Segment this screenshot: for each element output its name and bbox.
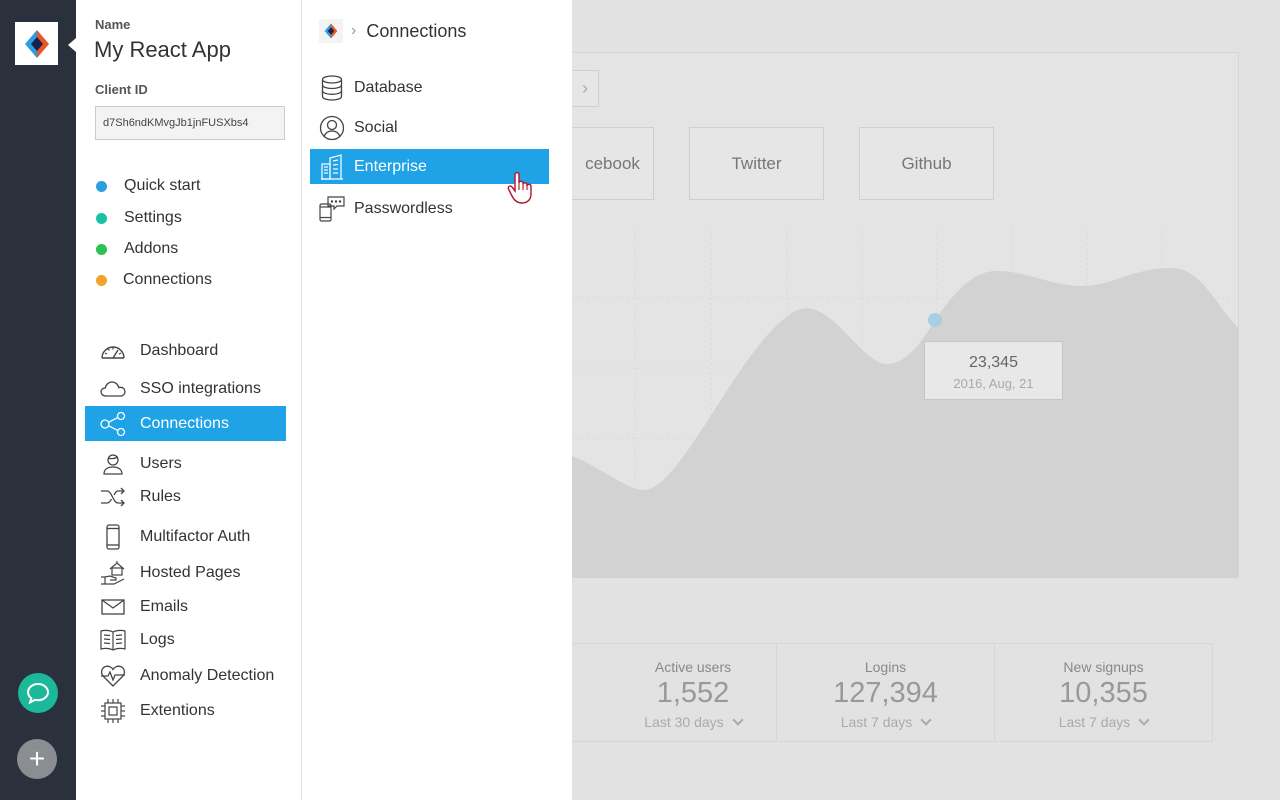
- book-icon: [85, 622, 140, 657]
- submenu-label: Enterprise: [354, 157, 427, 175]
- chart-point[interactable]: [928, 313, 942, 327]
- app-name: My React App: [94, 37, 231, 62]
- stat-new-signups: New signups 10,355 Last 7 days: [994, 644, 1212, 741]
- heart-pulse-icon: [85, 658, 140, 693]
- facebook-button[interactable]: cebook: [572, 127, 654, 200]
- chevron-right-icon: ›: [582, 78, 588, 98]
- submenu-item-social[interactable]: Social: [310, 110, 549, 145]
- stat-logins: Logins 127,394 Last 7 days: [776, 644, 994, 741]
- share-nodes-icon: [85, 406, 140, 441]
- gauge-icon: [85, 333, 140, 368]
- auth0-logo-icon: [24, 29, 49, 58]
- nav-item-connections[interactable]: Connections: [85, 406, 286, 441]
- hand-pointer-cursor-icon: [507, 172, 532, 204]
- stat-active-users: Active users 1,552 Last 30 days: [572, 644, 776, 741]
- submenu-label: Database: [354, 78, 423, 96]
- chevron-down-icon: [1138, 714, 1150, 726]
- tooltip-value: 23,345: [969, 354, 1018, 371]
- phone-icon: [85, 519, 140, 554]
- breadcrumb: › Connections: [319, 17, 466, 45]
- nav-item-anomaly-detection[interactable]: Anomaly Detection: [85, 658, 286, 693]
- nav-label: Hosted Pages: [140, 563, 241, 581]
- nav-label: Emails: [140, 597, 189, 615]
- stats-bar: Active users 1,552 Last 30 days Logins 1…: [572, 643, 1213, 742]
- name-label: Name: [95, 17, 131, 32]
- dot-icon: [96, 212, 107, 224]
- auth0-logo-icon[interactable]: [319, 19, 343, 43]
- github-button[interactable]: Github: [859, 127, 994, 200]
- dot-icon: [96, 274, 107, 286]
- quick-link-connections[interactable]: Connections: [96, 269, 212, 291]
- connections-submenu: › Connections Database Social Enterprise…: [302, 0, 572, 800]
- nav-item-logs[interactable]: Logs: [85, 622, 286, 657]
- submenu-label: Passwordless: [354, 199, 453, 217]
- database-icon: [310, 70, 354, 105]
- chart-tooltip: 23,345 2016, Aug, 21: [924, 341, 1063, 400]
- chat-bubble-icon: [26, 682, 50, 704]
- nav-item-hosted-pages[interactable]: Hosted Pages: [85, 555, 286, 590]
- area-series: [572, 268, 1239, 578]
- hand-house-icon: [85, 555, 140, 590]
- nav-label: Multifactor Auth: [140, 527, 251, 545]
- quick-link-addons[interactable]: Addons: [96, 238, 178, 260]
- twitter-button[interactable]: Twitter: [689, 127, 824, 200]
- client-id-field[interactable]: [95, 106, 285, 140]
- nav-label: Anomaly Detection: [140, 666, 275, 684]
- user-icon: [85, 446, 140, 481]
- period-dropdown[interactable]: Last 7 days: [777, 714, 994, 730]
- nav-label: Users: [140, 454, 182, 472]
- plus-icon: +: [28, 743, 46, 774]
- carousel-next-button[interactable]: ›: [572, 70, 599, 107]
- period-dropdown[interactable]: Last 30 days: [572, 714, 776, 730]
- chevron-right-icon: ›: [351, 22, 357, 39]
- logins-area-chart: [572, 228, 1239, 578]
- cloud-icon: [85, 371, 140, 406]
- app-sidebar: Name My React App Client ID Quick start …: [76, 0, 302, 800]
- envelope-icon: [85, 589, 140, 624]
- chip-icon: [85, 693, 140, 728]
- tooltip-date: 2016, Aug, 21: [953, 376, 1034, 391]
- chevron-down-icon: [920, 714, 932, 726]
- dot-icon: [96, 180, 107, 192]
- buildings-icon: [310, 149, 354, 184]
- dot-icon: [96, 243, 107, 255]
- nav-label: Rules: [140, 487, 181, 505]
- quick-link-settings[interactable]: Settings: [96, 207, 182, 229]
- nav-label: Connections: [140, 414, 229, 432]
- nav-label: Dashboard: [140, 341, 219, 359]
- nav-label: Extentions: [140, 701, 215, 719]
- chat-button[interactable]: [18, 673, 58, 713]
- nav-item-dashboard[interactable]: Dashboard: [85, 333, 286, 368]
- phone-chat-icon: [310, 191, 354, 226]
- nav-item-users[interactable]: Users: [85, 446, 286, 481]
- app-logo-button[interactable]: [15, 22, 58, 65]
- add-button[interactable]: +: [17, 739, 57, 779]
- client-id-label: Client ID: [95, 82, 148, 97]
- nav-item-multifactor-auth[interactable]: Multifactor Auth: [85, 519, 286, 554]
- nav-item-rules[interactable]: Rules: [85, 479, 286, 514]
- shuffle-icon: [85, 479, 140, 514]
- submenu-title: Connections: [366, 20, 467, 41]
- chevron-down-icon: [732, 714, 744, 726]
- nav-label: SSO integrations: [140, 379, 261, 397]
- quick-link-quick-start[interactable]: Quick start: [96, 175, 200, 197]
- submenu-item-database[interactable]: Database: [310, 70, 549, 105]
- nav-item-sso-integrations[interactable]: SSO integrations: [85, 371, 286, 406]
- nav-label: Logs: [140, 630, 175, 648]
- nav-item-emails[interactable]: Emails: [85, 589, 286, 624]
- nav-item-extentions[interactable]: Extentions: [85, 693, 286, 728]
- period-dropdown[interactable]: Last 7 days: [995, 714, 1212, 730]
- submenu-label: Social: [354, 118, 398, 136]
- app-rail: +: [0, 0, 76, 800]
- person-circle-icon: [310, 110, 354, 145]
- dashboard-background: › cebook Twitter Github 23,345 2016, Aug…: [572, 0, 1280, 800]
